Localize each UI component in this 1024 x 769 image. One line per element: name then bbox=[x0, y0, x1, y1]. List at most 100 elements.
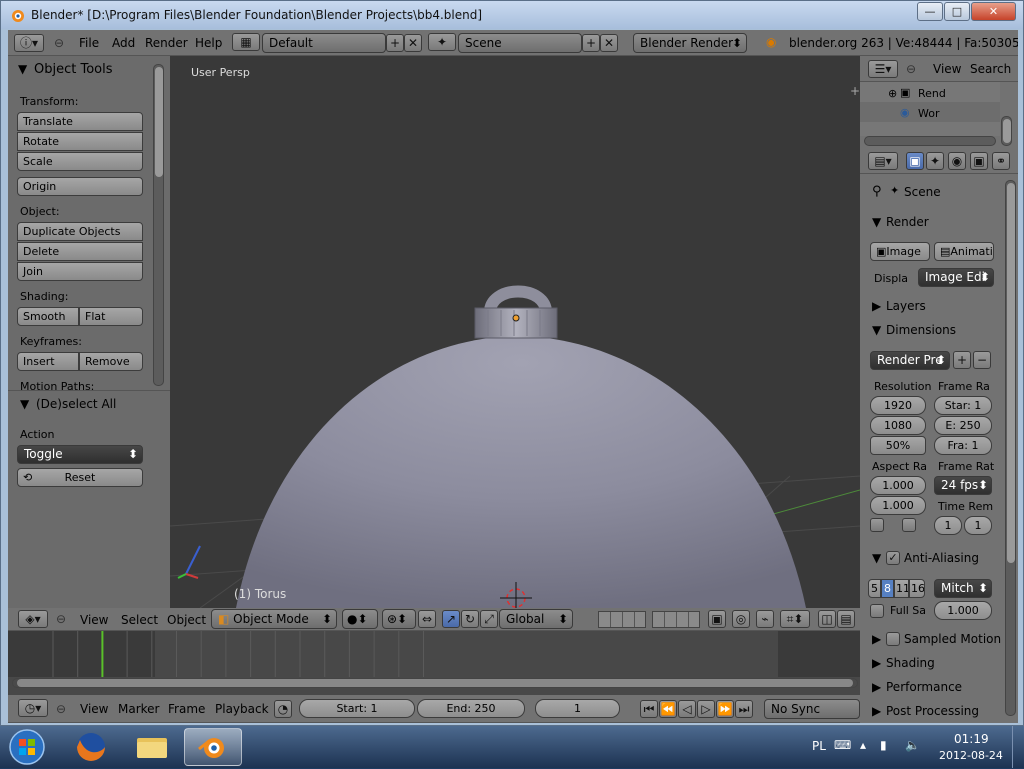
outliner-collapse-icon[interactable]: ⊖ bbox=[906, 62, 916, 76]
menu-file[interactable]: File bbox=[79, 36, 99, 50]
time-remap-old-field[interactable]: 1 bbox=[934, 516, 962, 535]
action-dropdown[interactable]: Toggle ⬍ bbox=[17, 445, 143, 464]
taskbar-blender[interactable] bbox=[184, 728, 242, 766]
timeline-menu-frame[interactable]: Frame bbox=[168, 702, 205, 716]
keyboard-icon[interactable]: ⌨ bbox=[834, 738, 851, 752]
sampled-motion-checkbox[interactable] bbox=[886, 632, 900, 646]
collapse-arrow-icon[interactable]: ▼ bbox=[18, 62, 27, 76]
render-tab-icon[interactable]: ▣ bbox=[906, 152, 924, 170]
editor-type-properties-icon[interactable]: ▤▾ bbox=[868, 152, 898, 170]
play-reverse-icon[interactable]: ◁ bbox=[678, 700, 696, 718]
insert-keyframe-button[interactable]: Insert bbox=[17, 352, 79, 371]
outliner-menu-search[interactable]: Search bbox=[970, 62, 1011, 76]
viewport-shading-dropdown[interactable]: ●⬍ bbox=[342, 609, 378, 629]
taskbar-explorer[interactable] bbox=[123, 728, 181, 766]
sync-mode-dropdown[interactable]: No Sync bbox=[764, 699, 860, 719]
aa-samples-8[interactable]: 8 bbox=[881, 579, 894, 598]
sampled-motion-arrow-icon[interactable]: ▶ bbox=[872, 632, 881, 646]
aa-samples-5[interactable]: 5 bbox=[868, 579, 881, 598]
snap-toggle-icon[interactable]: ⌁ bbox=[756, 610, 774, 628]
join-button[interactable]: Join bbox=[17, 262, 143, 281]
shading-panel-arrow-icon[interactable]: ▶ bbox=[872, 656, 881, 670]
outliner-item-world[interactable]: Wor bbox=[918, 107, 939, 120]
add-scene-icon[interactable]: + bbox=[582, 34, 600, 52]
world-tab-icon[interactable]: ◉ bbox=[948, 152, 966, 170]
preview-range-icon[interactable]: ◔ bbox=[274, 700, 292, 718]
manipulator-toggle-icon[interactable]: ⇔ bbox=[418, 610, 436, 628]
end-frame-field[interactable]: End: 250 bbox=[417, 699, 525, 718]
outliner-menu-view[interactable]: View bbox=[933, 62, 961, 76]
minimize-button[interactable]: — bbox=[917, 2, 943, 21]
snap-element-icon[interactable]: ⌗⬍ bbox=[780, 610, 810, 628]
timeline-menu-marker[interactable]: Marker bbox=[118, 702, 159, 716]
outliner-list[interactable]: ⊕ ▣ Rend ◉ Wor bbox=[860, 82, 1000, 136]
timeline-collapse-icon[interactable]: ⊖ bbox=[56, 702, 66, 716]
menu-render[interactable]: Render bbox=[145, 36, 188, 50]
outliner-vscrollbar[interactable] bbox=[1001, 116, 1012, 146]
anti-aliasing-arrow-icon[interactable]: ▼ bbox=[872, 551, 881, 565]
resolution-percentage-field[interactable]: 50% bbox=[870, 436, 926, 455]
timeline-editor[interactable]: -40-200204060801001201401601802002202402… bbox=[8, 631, 860, 699]
clock-time[interactable]: 01:19 bbox=[954, 732, 989, 746]
jump-next-keyframe-icon[interactable]: ⏩ bbox=[716, 700, 734, 718]
rotate-button[interactable]: Rotate bbox=[17, 132, 143, 151]
layers-panel-arrow-icon[interactable]: ▶ bbox=[872, 299, 881, 313]
manipulator-translate-icon[interactable]: ↗ bbox=[442, 610, 460, 628]
add-layout-icon[interactable]: + bbox=[386, 34, 404, 52]
properties-scrollbar[interactable] bbox=[1005, 180, 1016, 716]
aspect-y-field[interactable]: 1.000 bbox=[870, 496, 926, 515]
editor-type-info-icon[interactable]: ⓘ▾ bbox=[14, 34, 44, 52]
translate-button[interactable]: Translate bbox=[17, 112, 143, 131]
editor-type-3d-icon[interactable]: ◈▾ bbox=[18, 610, 48, 628]
3d-viewport[interactable]: User Persp (1) Torus + bbox=[170, 56, 860, 608]
crop-checkbox[interactable] bbox=[902, 518, 916, 532]
menu-add[interactable]: Add bbox=[112, 36, 135, 50]
close-button[interactable]: ✕ bbox=[971, 2, 1016, 21]
start-button[interactable] bbox=[2, 728, 52, 766]
frame-start-field[interactable]: Star: 1 bbox=[934, 396, 992, 415]
layer-lock-icon[interactable]: ▣ bbox=[708, 610, 726, 628]
opengl-render-icon[interactable]: ◫ bbox=[818, 610, 836, 628]
render-preset-dropdown[interactable]: Render Pre ⬍ bbox=[870, 351, 950, 370]
proportional-edit-icon[interactable]: ◎ bbox=[732, 610, 750, 628]
collapse-menus-icon[interactable]: ⊖ bbox=[56, 612, 66, 626]
render-engine-dropdown[interactable]: Blender Render ⬍ bbox=[633, 33, 747, 53]
network-icon[interactable]: ▮ bbox=[880, 738, 887, 752]
show-desktop-button[interactable] bbox=[1012, 726, 1024, 768]
scene-icon[interactable]: ✦ bbox=[428, 33, 456, 51]
remove-layout-icon[interactable]: ✕ bbox=[404, 34, 422, 52]
operator-collapse-icon[interactable]: ▼ bbox=[20, 397, 29, 411]
taskbar-firefox[interactable] bbox=[62, 728, 120, 766]
volume-icon[interactable]: 🔈 bbox=[905, 738, 920, 752]
pivot-point-dropdown[interactable]: ⊛⬍ bbox=[382, 609, 416, 629]
outliner-expand-icon[interactable]: ⊕ bbox=[888, 87, 897, 100]
layers-grid-1[interactable] bbox=[598, 611, 646, 628]
maximize-button[interactable]: □ bbox=[944, 2, 970, 21]
display-dropdown[interactable]: Image Edi ⬍ bbox=[918, 268, 994, 287]
render-animation-button[interactable]: ▤Animati bbox=[934, 242, 994, 261]
aa-samples-16[interactable]: 16 bbox=[909, 579, 925, 598]
post-processing-arrow-icon[interactable]: ▶ bbox=[872, 704, 881, 718]
manipulator-scale-icon[interactable]: ⤢ bbox=[480, 610, 498, 628]
pin-icon[interactable]: ⚲ bbox=[872, 184, 882, 199]
dimensions-panel-arrow-icon[interactable]: ▼ bbox=[872, 323, 881, 337]
scene-tab-icon[interactable]: ✦ bbox=[926, 152, 944, 170]
jump-start-icon[interactable]: ⏮ bbox=[640, 700, 658, 718]
play-icon[interactable]: ▷ bbox=[697, 700, 715, 718]
object-tab-icon[interactable]: ▣ bbox=[970, 152, 988, 170]
smooth-button[interactable]: Smooth bbox=[17, 307, 79, 326]
render-image-button[interactable]: ▣Image bbox=[870, 242, 930, 261]
aa-samples-11[interactable]: 11 bbox=[894, 579, 909, 598]
menu-object[interactable]: Object bbox=[167, 613, 206, 627]
menu-select[interactable]: Select bbox=[121, 613, 158, 627]
editor-type-timeline-icon[interactable]: ◷▾ bbox=[18, 699, 48, 717]
aa-filter-dropdown[interactable]: Mitch ⬍ bbox=[934, 579, 992, 598]
resolution-x-field[interactable]: 1920 bbox=[870, 396, 926, 415]
remove-preset-icon[interactable]: − bbox=[973, 351, 991, 369]
anti-aliasing-checkbox[interactable]: ✓ bbox=[886, 551, 900, 565]
viewport-expand-icon[interactable]: + bbox=[850, 84, 860, 98]
tool-shelf-scrollbar[interactable] bbox=[153, 64, 164, 386]
current-frame-field[interactable]: 1 bbox=[535, 699, 620, 718]
title-bar[interactable]: Blender* [D:\Program Files\Blender Found… bbox=[1, 1, 1023, 29]
origin-button[interactable]: Origin bbox=[17, 177, 143, 196]
